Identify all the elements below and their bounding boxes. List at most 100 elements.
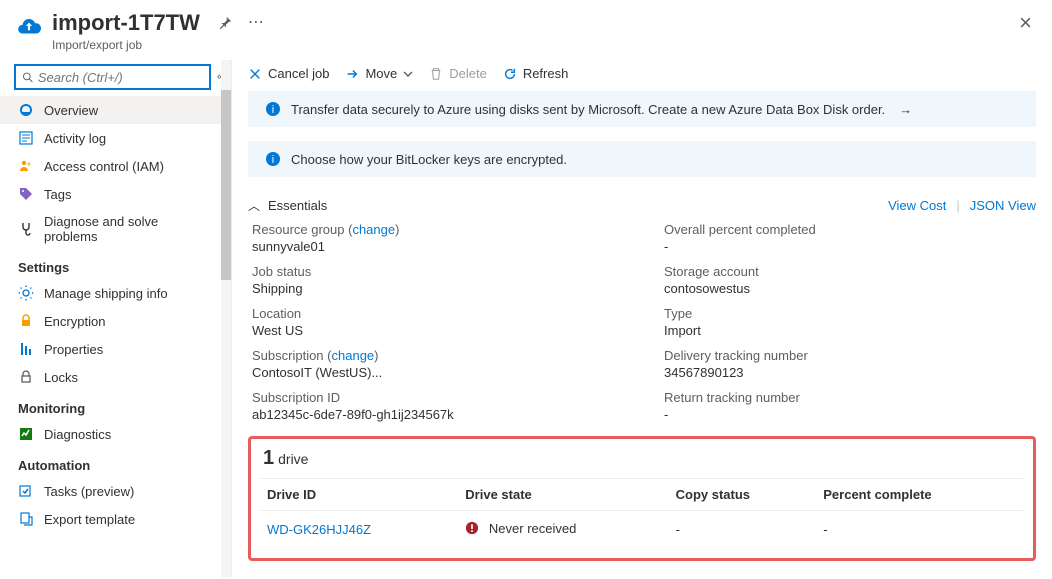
change-sub-link[interactable]: change	[332, 348, 375, 363]
cancel-job-button[interactable]: Cancel job	[248, 66, 329, 81]
resource-group-link[interactable]: sunnyvale01	[252, 239, 624, 254]
ess-value: 34567890123	[664, 365, 1036, 380]
activity-log-icon	[18, 130, 34, 146]
sidebar-item-label: Locks	[44, 370, 78, 385]
toolbar-label: Refresh	[523, 66, 569, 81]
json-view-link[interactable]: JSON View	[970, 198, 1036, 213]
storage-account-link[interactable]: contosowestus	[664, 281, 1036, 296]
sidebar-item-label: Overview	[44, 103, 98, 118]
scrollbar-thumb[interactable]	[221, 90, 231, 280]
essentials-title: Essentials	[268, 198, 327, 213]
trash-icon	[429, 67, 443, 81]
toolbar-label: Move	[365, 66, 397, 81]
sidebar-scrollbar[interactable]	[221, 60, 231, 577]
toolbar-label: Cancel job	[268, 66, 329, 81]
page-header: import-1T7TW Import/export job ⋯ ×	[0, 0, 1052, 60]
move-button[interactable]: Move	[345, 66, 413, 81]
search-icon	[22, 71, 34, 84]
refresh-icon	[503, 67, 517, 81]
banner-text: Choose how your BitLocker keys are encry…	[291, 152, 567, 167]
drives-panel: 1drive Drive ID Drive state Copy status …	[248, 436, 1036, 561]
ess-value: -	[664, 407, 1036, 422]
ess-label: Overall percent completed	[664, 222, 1036, 237]
sidebar-item-tasks[interactable]: Tasks (preview)	[0, 477, 225, 505]
sidebar-item-activity[interactable]: Activity log	[0, 124, 225, 152]
sidebar-item-properties[interactable]: Properties	[0, 335, 225, 363]
ess-value: Shipping	[252, 281, 624, 296]
bitlocker-banner[interactable]: i Choose how your BitLocker keys are enc…	[248, 141, 1036, 177]
drive-label: drive	[278, 451, 308, 467]
col-copy-status[interactable]: Copy status	[670, 479, 818, 511]
databox-banner[interactable]: i Transfer data securely to Azure using …	[248, 91, 1036, 127]
ess-label: Subscription	[252, 348, 324, 363]
sidebar-item-overview[interactable]: Overview	[0, 96, 225, 124]
col-percent[interactable]: Percent complete	[817, 479, 1023, 511]
sidebar-item-label: Diagnose and solve problems	[44, 214, 215, 244]
tasks-icon	[18, 483, 34, 499]
delete-button: Delete	[429, 66, 487, 81]
people-icon	[18, 158, 34, 174]
col-drive-id[interactable]: Drive ID	[261, 479, 459, 511]
sidebar-nav: Overview Activity log Access control (IA…	[0, 96, 231, 577]
sidebar-item-locks[interactable]: Locks	[0, 363, 225, 391]
sidebar-item-diagnose[interactable]: Diagnose and solve problems	[0, 208, 225, 250]
search-input[interactable]	[38, 70, 203, 85]
overview-icon	[18, 102, 34, 118]
close-icon[interactable]: ×	[1015, 10, 1036, 36]
export-template-icon	[18, 511, 34, 527]
lock-icon	[18, 313, 34, 329]
sidebar-item-label: Manage shipping info	[44, 286, 168, 301]
ess-label: Storage account	[664, 264, 1036, 279]
change-rg-link[interactable]: change	[352, 222, 395, 237]
drive-count: 1	[263, 447, 274, 469]
ess-label: Delivery tracking number	[664, 348, 1036, 363]
sidebar-item-label: Export template	[44, 512, 135, 527]
copy-status: -	[670, 511, 818, 549]
view-cost-link[interactable]: View Cost	[888, 198, 946, 213]
sidebar-group-monitoring: Monitoring	[0, 391, 225, 420]
drive-id-link[interactable]: WD-GK26HJJ46Z	[267, 522, 371, 537]
percent-complete: -	[817, 511, 1023, 549]
ess-label: Job status	[252, 264, 624, 279]
table-row[interactable]: WD-GK26HJJ46Z Never received - -	[261, 511, 1023, 549]
sidebar-item-iam[interactable]: Access control (IAM)	[0, 152, 225, 180]
sidebar-item-label: Encryption	[44, 314, 105, 329]
chevron-up-icon: ︿	[248, 197, 260, 214]
more-icon[interactable]: ⋯	[248, 12, 266, 32]
ess-label: Location	[252, 306, 624, 321]
tag-icon	[18, 186, 34, 202]
chevron-down-icon	[403, 69, 413, 79]
sidebar-group-automation: Automation	[0, 448, 225, 477]
pin-icon[interactable]	[218, 16, 232, 33]
page-title: import-1T7TW	[52, 10, 200, 36]
refresh-button[interactable]: Refresh	[503, 66, 569, 81]
gear-icon	[18, 285, 34, 301]
diagnose-icon	[18, 221, 34, 237]
subscription-link[interactable]: ContosoIT (WestUS)...	[252, 365, 624, 380]
ess-label: Return tracking number	[664, 390, 1036, 405]
drive-state: Never received	[489, 521, 576, 536]
page-subtitle: Import/export job	[52, 38, 200, 52]
essentials-toggle[interactable]: ︿ Essentials	[248, 197, 327, 214]
sidebar-item-diagnostics[interactable]: Diagnostics	[0, 420, 225, 448]
arrow-right-icon	[345, 67, 359, 81]
info-icon: i	[265, 151, 281, 167]
drives-title: 1drive	[261, 445, 1023, 478]
cloud-upload-icon	[16, 14, 42, 40]
sidebar-item-export-template[interactable]: Export template	[0, 505, 225, 533]
essentials-grid: Resource group (change) sunnyvale01 Over…	[248, 222, 1036, 434]
sidebar-item-label: Properties	[44, 342, 103, 357]
properties-icon	[18, 341, 34, 357]
sidebar-item-tags[interactable]: Tags	[0, 180, 225, 208]
sidebar-item-label: Access control (IAM)	[44, 159, 164, 174]
col-drive-state[interactable]: Drive state	[459, 479, 669, 511]
sidebar-item-shipping[interactable]: Manage shipping info	[0, 279, 225, 307]
error-icon	[465, 523, 483, 538]
info-icon: i	[265, 101, 281, 117]
sidebar-item-label: Tags	[44, 187, 71, 202]
sidebar-item-encryption[interactable]: Encryption	[0, 307, 225, 335]
sidebar-item-label: Diagnostics	[44, 427, 111, 442]
diagnostics-icon	[18, 426, 34, 442]
search-input-wrap[interactable]	[14, 64, 211, 90]
svg-text:i: i	[272, 154, 274, 166]
